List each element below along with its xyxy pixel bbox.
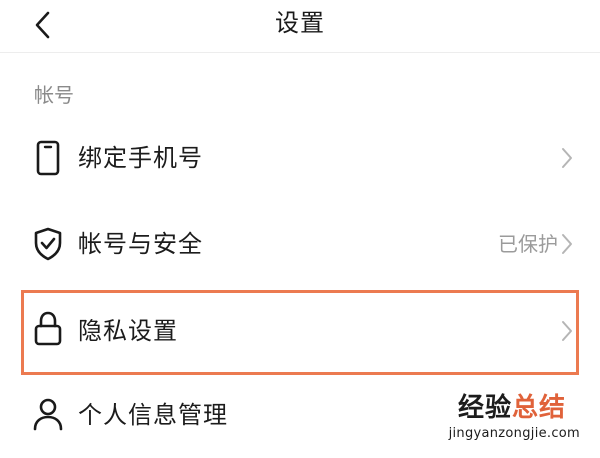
row-label: 帐号与安全 xyxy=(78,230,203,258)
chevron-right-icon xyxy=(558,147,576,169)
section-label-account: 帐号 xyxy=(34,83,74,107)
settings-row-bind-phone[interactable]: 绑定手机号 xyxy=(0,118,600,198)
shield-check-icon xyxy=(30,226,66,262)
highlight-box xyxy=(21,290,579,375)
phone-icon xyxy=(30,140,66,176)
watermark: 经验总结 jingyanzongjie.com xyxy=(440,393,580,445)
person-icon xyxy=(30,396,66,432)
watermark-main: 经验 xyxy=(457,393,512,423)
chevron-right-icon xyxy=(558,233,576,255)
top-navigation-bar: 设置 xyxy=(0,0,600,53)
watermark-accent: 总结 xyxy=(511,393,566,423)
row-label: 个人信息管理 xyxy=(78,401,228,429)
settings-row-account-security[interactable]: 帐号与安全 已保护 xyxy=(0,204,600,284)
watermark-url: jingyanzongjie.com xyxy=(448,426,580,441)
watermark-text: 经验总结 xyxy=(458,393,566,423)
row-label: 绑定手机号 xyxy=(78,144,203,172)
page-title: 设置 xyxy=(275,9,325,37)
status-value: 已保护 xyxy=(498,232,558,256)
